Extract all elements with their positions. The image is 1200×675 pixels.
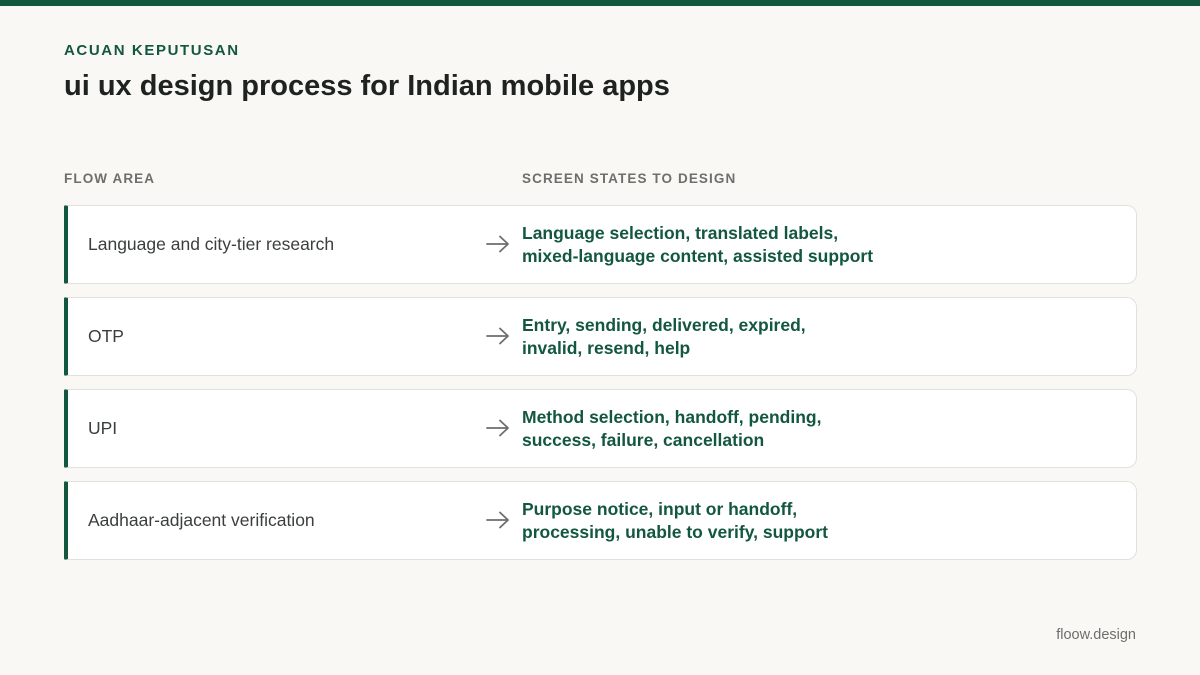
- arrow-right-icon: [486, 327, 509, 345]
- column-header-flow-area: FLOW AREA: [64, 171, 156, 186]
- table-row: Aadhaar-adjacent verification Purpose no…: [64, 481, 1137, 560]
- flow-area-label: UPI: [88, 418, 118, 438]
- screen-states-text: Entry, sending, delivered, expired, inva…: [522, 314, 806, 358]
- table-row: OTP Entry, sending, delivered, expired, …: [64, 297, 1137, 376]
- arrow-right-icon: [486, 235, 509, 253]
- table-row: UPI Method selection, handoff, pending, …: [64, 389, 1137, 468]
- footer-brand: floow.design: [1056, 627, 1136, 643]
- top-accent-bar: [0, 0, 1200, 6]
- arrow-right-icon: [486, 511, 509, 529]
- table-row: Language and city-tier research Language…: [64, 205, 1137, 284]
- screen-states-text: Purpose notice, input or handoff, proces…: [522, 498, 828, 542]
- eyebrow-label: ACUAN KEPUTUSAN: [64, 42, 240, 59]
- flow-table: Language and city-tier research Language…: [64, 205, 1137, 573]
- flow-area-label: OTP: [88, 326, 124, 346]
- column-header-screen-states: SCREEN STATES TO DESIGN: [522, 171, 737, 186]
- screen-states-text: Method selection, handoff, pending, succ…: [522, 406, 822, 450]
- flow-area-label: Aadhaar-adjacent verification: [88, 510, 315, 530]
- flow-area-label: Language and city-tier research: [88, 234, 335, 254]
- page-title: ui ux design process for Indian mobile a…: [64, 70, 670, 102]
- arrow-right-icon: [486, 419, 509, 437]
- page: ACUAN KEPUTUSAN ui ux design process for…: [0, 0, 1200, 675]
- screen-states-text: Language selection, translated labels, m…: [522, 222, 874, 266]
